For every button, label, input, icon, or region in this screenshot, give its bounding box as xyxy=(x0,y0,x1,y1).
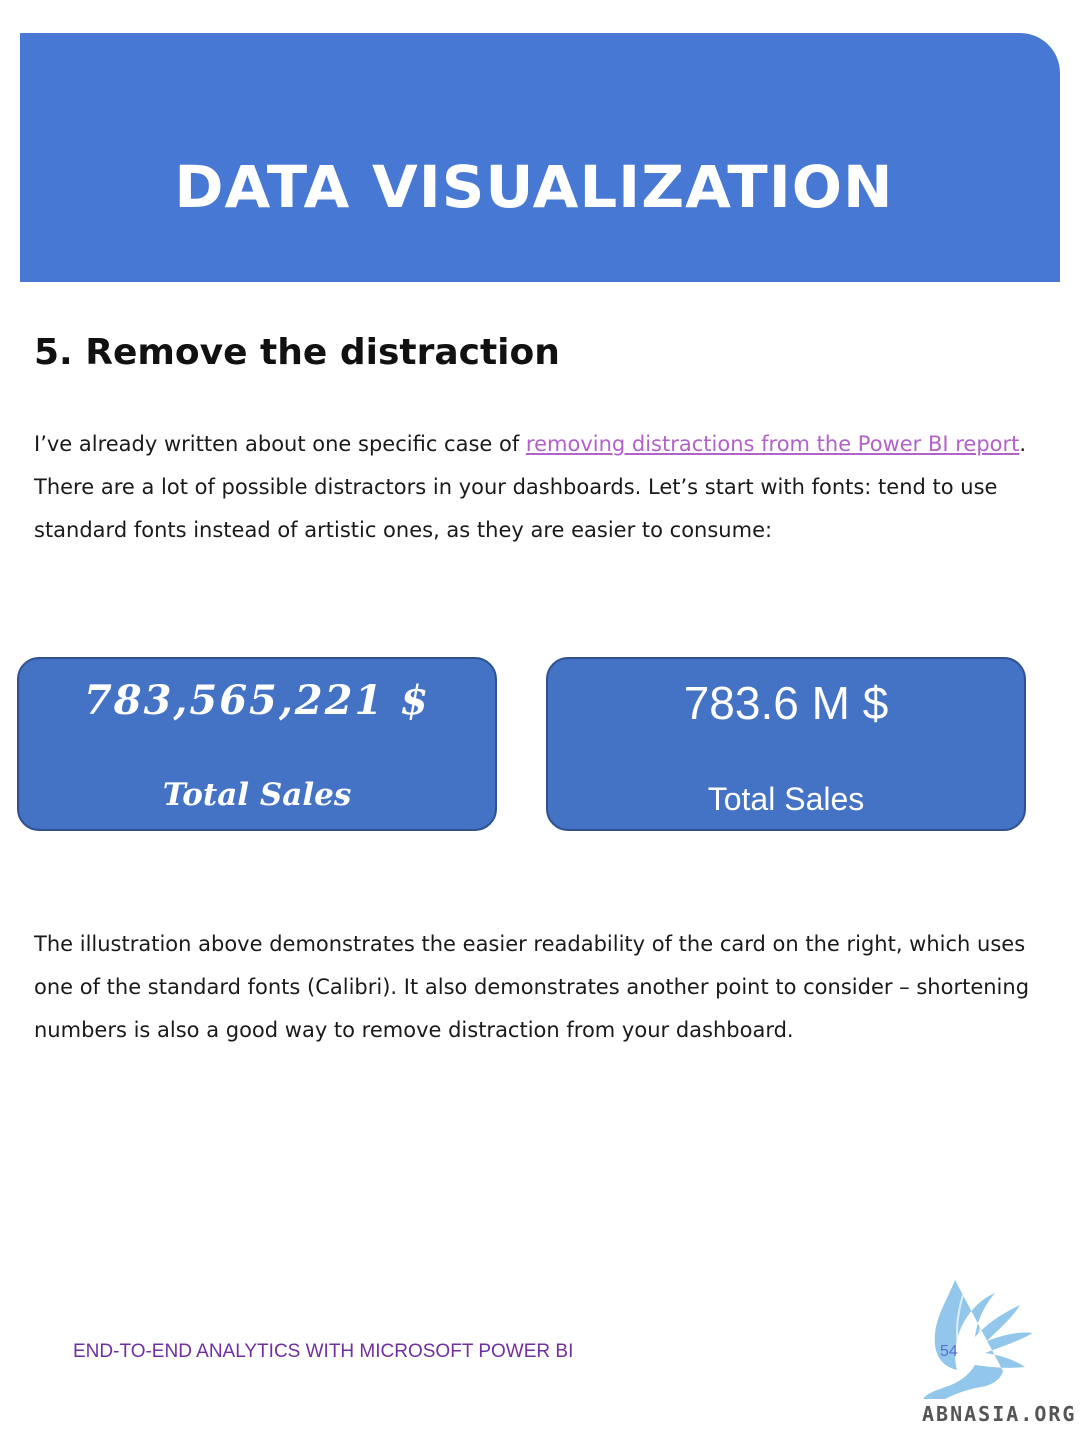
footer-book-title: END-TO-END ANALYTICS WITH MICROSOFT POWE… xyxy=(73,1341,574,1362)
banner-title: DATA VISUALIZATION xyxy=(174,153,894,221)
card-label: Total Sales xyxy=(162,777,352,813)
brand-wordmark: ABNASIA.ORG xyxy=(922,1402,1077,1426)
card-label: Total Sales xyxy=(707,781,865,817)
page-number: 54 xyxy=(940,1343,958,1360)
removing-distractions-link[interactable]: removing distractions from the Power BI … xyxy=(526,432,1019,456)
card-value: 783.6 M $ xyxy=(683,677,889,729)
standard-font-card: 783.6 M $ Total Sales xyxy=(546,657,1026,831)
header-banner: DATA VISUALIZATION xyxy=(20,33,1060,282)
section-heading: 5. Remove the distraction xyxy=(34,332,560,373)
intro-paragraph: I’ve already written about one specific … xyxy=(34,423,1044,552)
intro-text-before-link: I’ve already written about one specific … xyxy=(34,432,526,456)
winged-griffin-logo-icon xyxy=(923,1280,1033,1399)
artistic-font-card: 783,565,221 $ Total Sales xyxy=(17,657,497,831)
card-value: 783,565,221 $ xyxy=(83,677,431,724)
explanation-paragraph: The illustration above demonstrates the … xyxy=(34,932,1030,1042)
